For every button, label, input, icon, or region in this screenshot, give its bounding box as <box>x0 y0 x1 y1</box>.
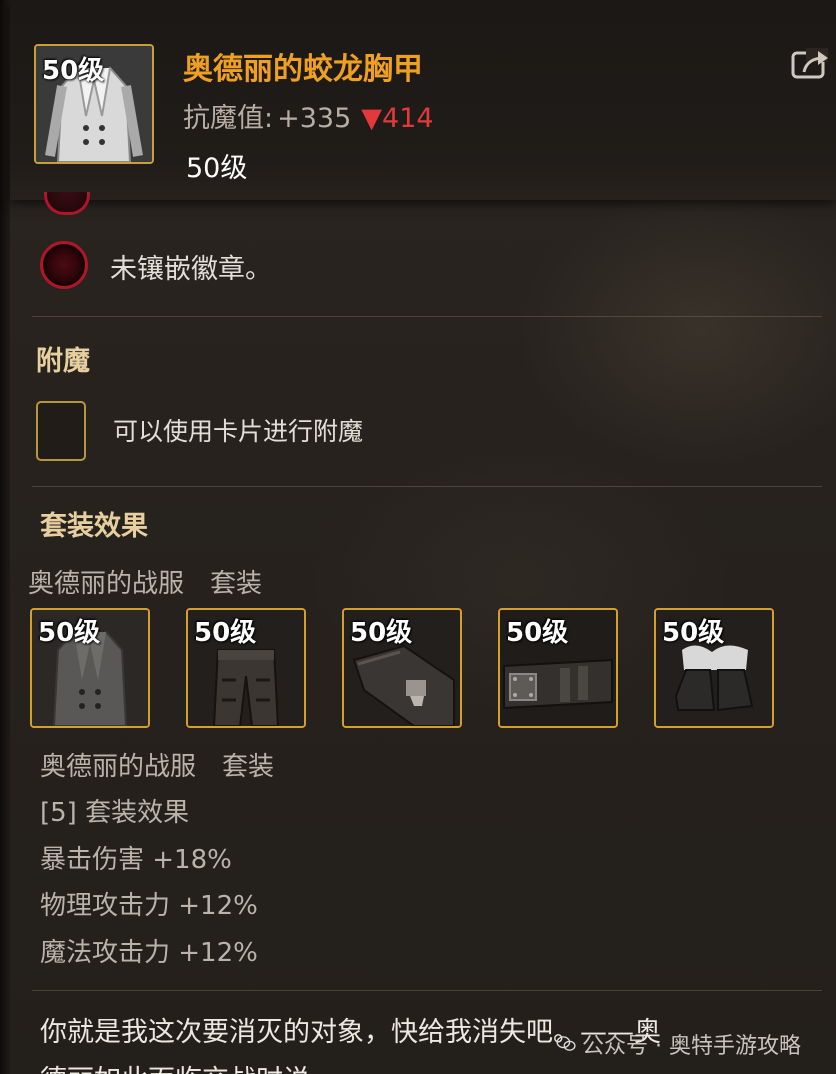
set-bonus-magic-attack: 魔法攻击力 +12% <box>40 938 258 968</box>
set-effect-title: 套装效果 <box>40 511 148 542</box>
set-piece-boots[interactable]: 50级 <box>654 608 774 728</box>
tooltip-edge <box>0 0 10 1074</box>
divider <box>32 990 822 991</box>
item-level: 50级 <box>186 153 248 184</box>
divider <box>32 486 822 487</box>
share-button[interactable] <box>790 46 830 82</box>
set-bonus-physical-attack: 物理攻击力 +12% <box>40 891 258 921</box>
set-name: 奥德丽的战服 套装 <box>28 569 263 599</box>
piece-level: 50级 <box>506 618 569 648</box>
watermark-text: 公众号 · 奥特手游攻略 <box>582 1034 801 1059</box>
flavor-text-continued: 德丽如此面临交战时说 <box>40 1058 310 1074</box>
socket-slot-partial <box>44 192 90 215</box>
set-piece-pants[interactable]: 50级 <box>186 608 306 728</box>
emblem-socket[interactable] <box>40 241 88 289</box>
set-piece-coat[interactable]: 50级 <box>30 608 150 728</box>
enchant-title: 附魔 <box>36 346 90 377</box>
resistance-label: 抗魔值: <box>183 103 274 134</box>
item-icon-coat[interactable]: 50级 <box>34 44 154 164</box>
piece-level: 50级 <box>662 618 725 648</box>
item-tooltip: 50级 奥德丽的蛟龙胸甲 抗魔值: +335 ▼414 50级 未镶嵌徽章。 附魔 … <box>0 0 836 1074</box>
set-bonus-crit-damage: 暴击伤害 +18% <box>40 845 232 875</box>
wechat-logo-icon <box>556 1036 576 1051</box>
piece-level: 50级 <box>38 618 101 648</box>
share-icon <box>791 48 828 79</box>
set-bonus-label: [5] 套装效果 <box>40 798 190 828</box>
set-piece-belt[interactable]: 50级 <box>498 608 618 728</box>
resistance-diff: ▼414 <box>361 103 434 134</box>
set-name-footer: 奥德丽的战服 套装 <box>40 752 275 782</box>
set-piece-shoulder[interactable]: 50级 <box>342 608 462 728</box>
divider <box>32 316 822 317</box>
item-name: 奥德丽的蛟龙胸甲 <box>183 52 423 87</box>
enchant-hint: 可以使用卡片进行附魔 <box>113 417 364 446</box>
resistance-value: +335 <box>277 103 352 134</box>
socket-status: 未镶嵌徽章。 <box>110 254 272 285</box>
resistance-row: 抗魔值: +335 ▼414 <box>183 96 434 135</box>
piece-level: 50级 <box>194 618 257 648</box>
watermark: 公众号 · 奥特手游攻略 <box>556 1028 801 1060</box>
piece-level: 50级 <box>350 618 413 648</box>
enchant-card-slot[interactable] <box>36 401 86 461</box>
item-level-badge: 50级 <box>42 56 105 86</box>
